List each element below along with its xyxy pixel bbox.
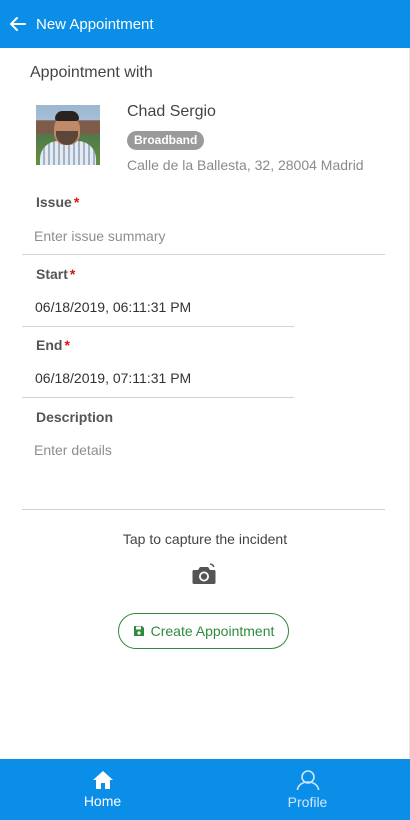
- capture-instruction: Tap to capture the incident: [122, 531, 288, 547]
- nav-item-home[interactable]: Home: [0, 759, 205, 820]
- back-button[interactable]: [8, 14, 28, 34]
- end-datetime-input[interactable]: 06/18/2019, 07:11:31 PM: [35, 370, 285, 392]
- required-mark: *: [69, 266, 76, 282]
- camera-icon: [192, 563, 216, 584]
- description-label: Description: [36, 409, 114, 425]
- required-mark: *: [64, 337, 70, 353]
- capture-button[interactable]: [191, 563, 217, 587]
- start-datetime-input[interactable]: 06/18/2019, 06:11:31 PM: [35, 299, 285, 321]
- contact-address: Calle de la Ballesta, 32, 28004 Madrid: [127, 157, 364, 173]
- description-textarea[interactable]: [22, 440, 385, 510]
- profile-icon: [296, 770, 319, 791]
- issue-label-text: Issue: [36, 194, 72, 210]
- start-divider: [22, 326, 294, 327]
- page-title: New Appointment: [36, 15, 154, 33]
- arrow-left-icon: [10, 17, 26, 31]
- start-label-text: Start: [36, 266, 68, 282]
- main-content: Appointment with Chad Sergio Broadband C…: [0, 48, 410, 759]
- issue-divider: [22, 254, 385, 255]
- save-icon: [133, 625, 145, 637]
- nav-label-home: Home: [83, 793, 122, 809]
- required-mark: *: [73, 194, 80, 210]
- issue-input[interactable]: [34, 224, 374, 248]
- end-label-text: End: [36, 337, 63, 353]
- end-label: End *: [36, 337, 70, 353]
- contact-name: Chad Sergio: [127, 103, 216, 120]
- avatar: [36, 105, 100, 165]
- start-label: Start *: [36, 266, 75, 282]
- app-header: New Appointment: [0, 0, 410, 48]
- app-root: New Appointment Appointment with Chad Se…: [0, 0, 410, 820]
- create-appointment-button[interactable]: Create Appointment: [118, 613, 289, 649]
- end-divider: [22, 397, 294, 398]
- nav-label-profile: Profile: [287, 794, 328, 810]
- service-badge: Broadband: [127, 131, 205, 150]
- issue-label: Issue *: [36, 194, 79, 210]
- create-appointment-label: Create Appointment: [150, 623, 275, 639]
- section-title: Appointment with: [30, 64, 153, 81]
- nav-item-profile[interactable]: Profile: [205, 759, 410, 820]
- bottom-navigation: Home Profile: [0, 759, 410, 820]
- home-icon: [92, 771, 113, 789]
